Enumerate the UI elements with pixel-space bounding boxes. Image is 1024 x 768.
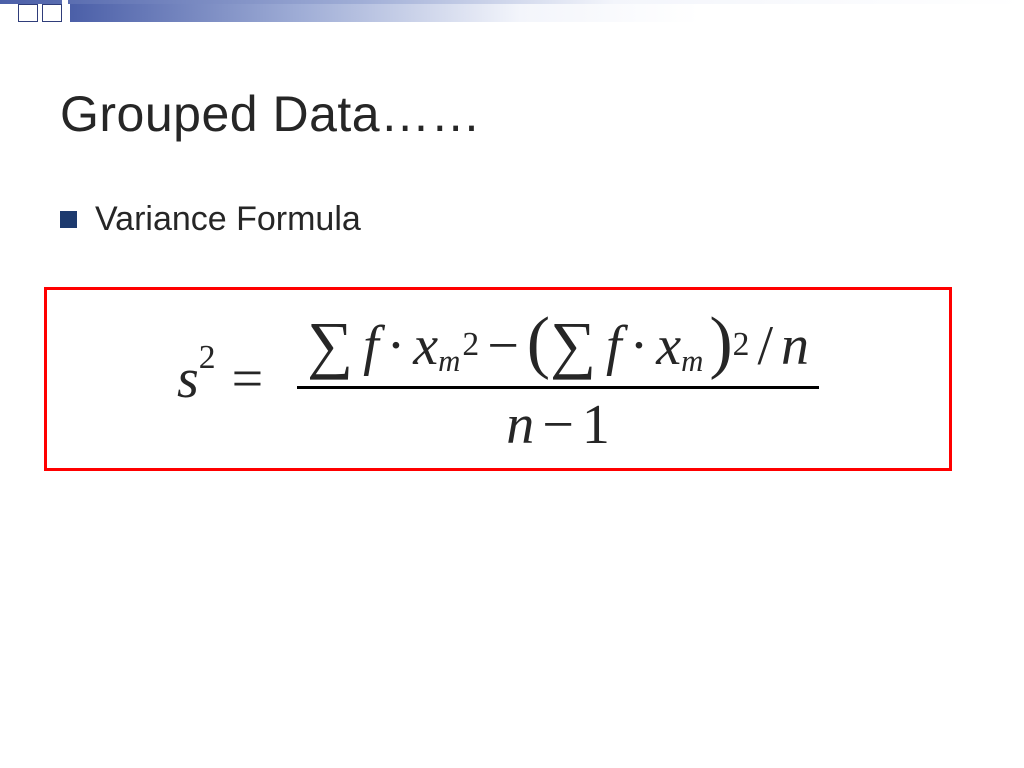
right-paren: ) [709,303,732,383]
square-icon [42,4,62,22]
subscript-m: m [438,344,460,379]
dot-operator: · [630,314,649,378]
sigma-icon: ∑ [307,308,353,382]
square-icon [18,4,38,22]
exponent-2: 2 [462,326,479,364]
var-f: f [606,314,622,378]
dot-operator: · [387,314,406,378]
var-n: n [781,314,809,378]
equals-sign: = [232,347,264,411]
fraction: ∑ f · x m 2 − ( ∑ f · x m ) [297,300,819,459]
slide-title: Grouped Data…… [60,85,481,143]
denominator: n − 1 [506,393,610,457]
bullet-item: Variance Formula [60,200,361,239]
minus-sign: − [487,314,519,378]
minus-sign: − [542,393,574,457]
subscript-m: m [681,344,703,379]
var-f: f [363,314,379,378]
variance-formula: s 2 = ∑ f · x m 2 − ( ∑ f · [177,300,819,459]
header-decoration [0,0,1024,22]
lhs-exponent: 2 [199,339,216,377]
bullet-text: Variance Formula [95,200,361,239]
var-x: x [413,314,438,378]
var-x: x [656,314,681,378]
formula-box: s 2 = ∑ f · x m 2 − ( ∑ f · [44,287,952,471]
exponent-2: 2 [733,326,750,364]
lhs-base: s [177,347,199,411]
var-n: n [506,393,534,457]
slash: / [757,314,773,378]
numerator: ∑ f · x m 2 − ( ∑ f · x m ) [307,302,809,382]
bullet-icon [60,211,77,228]
const-one: 1 [582,393,610,457]
left-paren: ( [527,303,550,383]
fraction-bar [297,386,819,389]
sigma-icon: ∑ [550,308,596,382]
